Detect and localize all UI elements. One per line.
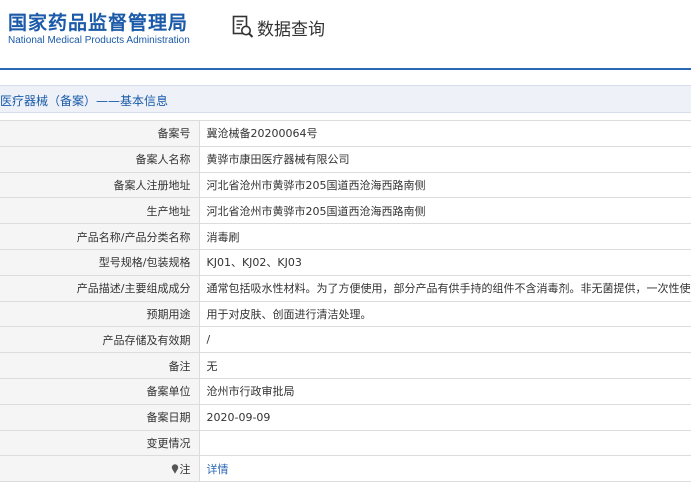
table-row: 产品名称/产品分类名称 消毒刷 <box>0 223 691 250</box>
data-query-label: 数据查询 <box>257 19 325 40</box>
pin-icon <box>171 464 178 474</box>
basic-info-table: 备案号 冀沧械备20200064号 备案人名称 黄骅市康田医疗器械有限公司 备案… <box>0 120 691 483</box>
field-label: 备注 <box>0 352 200 379</box>
field-label: 型号规格/包装规格 <box>0 249 200 276</box>
table-row: 注 详情 <box>0 455 691 483</box>
field-label: 注 <box>179 462 191 476</box>
field-value: 河北省沧州市黄骅市205国道西沧海西路南侧 <box>199 197 691 225</box>
field-value: 黄骅市康田医疗器械有限公司 <box>199 146 691 173</box>
field-value <box>199 430 691 457</box>
details-link[interactable]: 详情 <box>199 455 691 483</box>
note-label-cell: 注 <box>0 455 200 483</box>
data-query-link[interactable]: 数据查询 <box>232 14 325 40</box>
table-row: 备案单位 沧州市行政审批局 <box>0 378 691 405</box>
table-row: 生产地址 河北省沧州市黄骅市205国道西沧海西路南侧 <box>0 197 691 225</box>
table-row: 产品描述/主要组成成分 通常包括吸水性材料。为了方便使用，部分产品有供手持的组件… <box>0 275 691 302</box>
site-header: 国家药品监督管理局 National Medical Products Admi… <box>0 0 691 70</box>
field-label: 产品描述/主要组成成分 <box>0 275 200 302</box>
site-logo-title[interactable]: 国家药品监督管理局 <box>8 8 188 35</box>
field-value: 消毒刷 <box>199 223 691 250</box>
field-label: 变更情况 <box>0 430 200 457</box>
field-value: 冀沧械备20200064号 <box>199 120 691 147</box>
field-value: 通常包括吸水性材料。为了方便使用，部分产品有供手持的组件不含消毒剂。非无菌提供，… <box>199 275 691 302</box>
header-divider <box>0 68 691 70</box>
field-value: 2020-09-09 <box>199 404 691 431</box>
field-label: 产品存储及有效期 <box>0 326 200 354</box>
field-label: 备案单位 <box>0 378 200 405</box>
field-label: 备案人注册地址 <box>0 172 200 199</box>
field-label: 产品名称/产品分类名称 <box>0 223 200 250</box>
section-title: 医疗器械（备案）——基本信息 <box>0 94 169 108</box>
table-row: 备案号 冀沧械备20200064号 <box>0 120 691 147</box>
table-row: 产品存储及有效期 / <box>0 326 691 354</box>
field-label: 备案日期 <box>0 404 200 431</box>
table-row: 预期用途 用于对皮肤、创面进行清洁处理。 <box>0 301 691 328</box>
field-label: 备案人名称 <box>0 146 200 173</box>
table-row: 型号规格/包装规格 KJ01、KJ02、KJ03 <box>0 249 691 276</box>
field-value: 沧州市行政审批局 <box>199 378 691 405</box>
field-value: 用于对皮肤、创面进行清洁处理。 <box>199 301 691 328</box>
search-document-icon <box>232 15 254 38</box>
field-value: 无 <box>199 352 691 379</box>
section-header: 医疗器械（备案）——基本信息 <box>0 85 691 113</box>
field-value: KJ01、KJ02、KJ03 <box>199 249 691 276</box>
table-row: 备案日期 2020-09-09 <box>0 404 691 431</box>
table-row: 变更情况 <box>0 430 691 457</box>
field-label: 预期用途 <box>0 301 200 328</box>
site-logo-subtitle: National Medical Products Administration <box>8 35 190 46</box>
field-value: / <box>199 326 691 354</box>
field-label: 备案号 <box>0 120 200 147</box>
table-row: 备注 无 <box>0 352 691 379</box>
field-label: 生产地址 <box>0 197 200 225</box>
table-row: 备案人注册地址 河北省沧州市黄骅市205国道西沧海西路南侧 <box>0 172 691 199</box>
table-row: 备案人名称 黄骅市康田医疗器械有限公司 <box>0 146 691 173</box>
field-value: 河北省沧州市黄骅市205国道西沧海西路南侧 <box>199 172 691 199</box>
